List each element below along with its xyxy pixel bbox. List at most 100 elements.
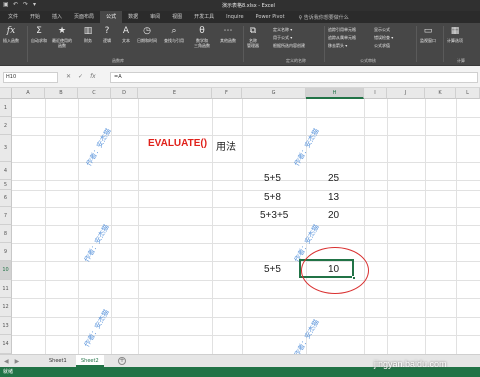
annotation-circle [301, 247, 369, 294]
gridline [12, 317, 480, 318]
tab-page-layout[interactable]: 页面布局 [68, 11, 100, 23]
datetime-button[interactable]: ◷ 日期和时间 [137, 26, 157, 43]
row-header-12[interactable]: 12 [0, 298, 12, 317]
column-header-c[interactable]: C [78, 88, 111, 99]
tab-view[interactable]: 视图 [166, 11, 188, 23]
row-header-11[interactable]: 11 [0, 280, 12, 298]
column-header-k[interactable]: K [425, 88, 456, 99]
row-header-14[interactable]: 14 [0, 335, 12, 354]
row-header-7[interactable]: 7 [0, 207, 12, 225]
prev-sheet-icon[interactable]: ◀ [4, 358, 9, 365]
row-header-1[interactable]: 1 [0, 99, 12, 117]
recent-functions-button[interactable]: ★ 最近使用的 函数 [52, 26, 72, 48]
use-in-formula-button[interactable]: 用于公式 ▾ [273, 34, 292, 41]
question-book-icon: ? [104, 25, 110, 36]
name-box[interactable]: H10 [3, 72, 58, 83]
text-button[interactable]: A 文本 [121, 26, 131, 43]
cell-h7[interactable]: 20 [328, 210, 339, 221]
trace-precedents-button[interactable]: 追踪引用单元格 [328, 26, 356, 33]
name-manager-button[interactable]: ⧉ 名称 管理器 [247, 26, 259, 48]
column-header-d[interactable]: D [111, 88, 138, 99]
enter-icon[interactable]: ✓ [78, 73, 83, 80]
customize-icon[interactable]: ▾ [33, 2, 39, 8]
row-header-8[interactable]: 8 [0, 225, 12, 243]
create-from-selection-button[interactable]: 根据所选内容创建 [273, 42, 305, 49]
cell-h6[interactable]: 13 [328, 192, 339, 203]
row-header-4[interactable]: 4 [0, 162, 12, 180]
tab-inquire[interactable]: Inquire [220, 11, 249, 23]
cell-h5[interactable]: 25 [328, 173, 339, 184]
tab-data[interactable]: 数据 [122, 11, 144, 23]
column-header-h[interactable]: H [306, 88, 364, 99]
cell-e3[interactable]: EVALUATE() [148, 138, 207, 149]
trace-dependents-button[interactable]: 追踪从属单元格 [328, 34, 356, 41]
formula-buttons: ✕ ✓ fx [66, 73, 96, 80]
error-checking-button[interactable]: 错误检查 ▾ [374, 34, 393, 41]
gridline [12, 180, 480, 181]
insert-function-button[interactable]: fx 插入函数 [3, 26, 19, 43]
save-icon[interactable]: ▣ [3, 2, 9, 8]
row-header-2[interactable]: 2 [0, 117, 12, 135]
calc-options-button[interactable]: ▦ 计算选项 [447, 26, 463, 43]
title-bar: ▣ ↶ ↷ ▾ 演示表格8.xlsx - Excel [0, 0, 480, 11]
fx-icon[interactable]: fx [90, 73, 96, 80]
row-header-5[interactable]: 5 [0, 180, 12, 190]
next-sheet-icon[interactable]: ▶ [15, 358, 20, 365]
gridline [212, 99, 213, 354]
cell-g5[interactable]: 5+5 [264, 173, 281, 184]
column-header-j[interactable]: J [387, 88, 425, 99]
column-header-f[interactable]: F [212, 88, 242, 99]
theta-book-icon: θ [199, 25, 205, 36]
row-header-10[interactable]: 10 [0, 261, 12, 280]
more-functions-button[interactable]: ⋯ 其他函数 [220, 26, 236, 43]
logical-button[interactable]: ? 逻辑 [102, 26, 112, 43]
column-header-g[interactable]: G [242, 88, 306, 99]
tab-power-pivot[interactable]: Power Pivot [250, 11, 291, 23]
tab-home[interactable]: 开始 [24, 11, 46, 23]
show-formulas-button[interactable]: 显示公式 [374, 26, 390, 33]
tab-formulas[interactable]: 公式 [100, 11, 123, 23]
column-header-l[interactable]: L [456, 88, 480, 99]
cell-g10[interactable]: 5+5 [264, 264, 281, 275]
evaluate-formula-button[interactable]: 公式求值 [374, 42, 390, 49]
row-header-9[interactable]: 9 [0, 243, 12, 261]
lookup-button[interactable]: ⌕ 查找与引用 [164, 26, 184, 43]
tab-file[interactable]: 文件 [2, 11, 24, 23]
gridline [12, 162, 480, 163]
cancel-icon[interactable]: ✕ [66, 73, 71, 80]
gridline [12, 335, 480, 336]
gridline [12, 190, 480, 191]
tab-review[interactable]: 审阅 [144, 11, 166, 23]
cell-g7[interactable]: 5+3+5 [260, 210, 288, 221]
sheet-navigation: ◀ ▶ [4, 358, 19, 365]
group-divider [443, 26, 444, 62]
worksheet-grid[interactable]: 作者：安杰猫 作者：安杰猫 作者：安杰猫 作者：安杰猫 作者：安杰猫 作者：安杰… [12, 99, 480, 354]
row-header-13[interactable]: 13 [0, 317, 12, 335]
cell-f3[interactable]: 用法 [216, 138, 236, 153]
gridline [456, 99, 457, 354]
gridline [242, 99, 243, 354]
formula-input[interactable]: =A [110, 72, 478, 83]
autosum-button[interactable]: Σ 自动求和 [31, 26, 47, 43]
sheet-tab-sheet2[interactable]: Sheet2 [76, 355, 104, 367]
tab-insert[interactable]: 插入 [46, 11, 68, 23]
watch-window-button[interactable]: ▭ 监视窗口 [420, 26, 436, 43]
row-header-6[interactable]: 6 [0, 190, 12, 207]
tab-developer[interactable]: 开发工具 [188, 11, 220, 23]
column-header-a[interactable]: A [12, 88, 45, 99]
redo-icon[interactable]: ↷ [23, 2, 29, 8]
tell-me-search[interactable]: ♀ 告诉我你想要做什么 [299, 14, 349, 21]
column-header-e[interactable]: E [138, 88, 212, 99]
add-sheet-icon[interactable]: + [118, 357, 126, 365]
undo-icon[interactable]: ↶ [13, 2, 19, 8]
column-header-i[interactable]: I [364, 88, 387, 99]
select-all-corner[interactable] [0, 88, 12, 99]
sheet-tab-sheet1[interactable]: Sheet1 [44, 355, 72, 367]
cell-g6[interactable]: 5+8 [264, 192, 281, 203]
column-header-b[interactable]: B [45, 88, 78, 99]
define-name-button[interactable]: 定义名称 ▾ [273, 26, 292, 33]
row-header-3[interactable]: 3 [0, 135, 12, 162]
financial-button[interactable]: ▥ 财务 [83, 26, 93, 43]
remove-arrows-button[interactable]: 移去箭头 ▾ [328, 42, 347, 49]
math-trig-button[interactable]: θ 数学和 三角函数 [194, 26, 210, 48]
